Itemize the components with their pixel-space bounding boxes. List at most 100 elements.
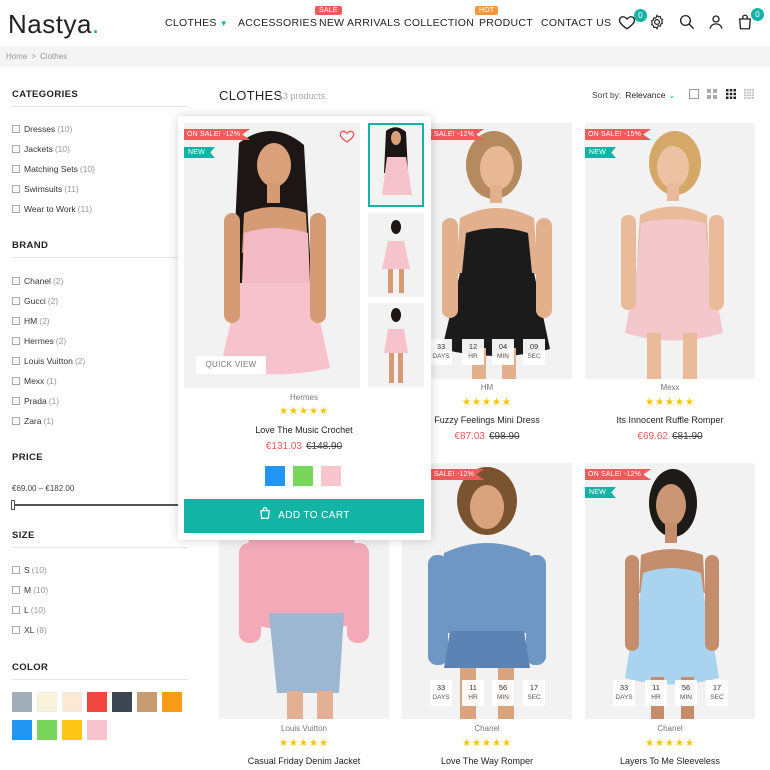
add-to-cart-button[interactable]: ADD TO CART xyxy=(184,499,424,533)
color-filter-swatch[interactable] xyxy=(137,692,157,712)
heart-icon[interactable] xyxy=(339,128,355,144)
rating-stars: ★★★★★ xyxy=(462,738,512,749)
divider xyxy=(12,106,188,107)
product-name[interactable]: Layers To Me Sleeveless xyxy=(585,756,755,766)
filter-brand-gucci[interactable]: Gucci (2) xyxy=(12,296,58,306)
checkbox[interactable] xyxy=(12,165,20,173)
nav-clothes[interactable]: CLOTHES ▼ xyxy=(165,17,228,29)
grid-4-view-icon[interactable] xyxy=(744,89,754,99)
hot-badge: HOT xyxy=(475,6,499,15)
wishlist-button[interactable]: 0 xyxy=(618,9,647,31)
nav-collection[interactable]: COLLECTION xyxy=(404,17,474,29)
checkbox[interactable] xyxy=(12,586,20,594)
nav-accessories[interactable]: ACCESSORIES xyxy=(238,17,317,29)
thumbnail-2[interactable] xyxy=(368,213,424,297)
filter-brand-prada[interactable]: Prada (1) xyxy=(12,396,59,406)
product-name[interactable]: Love The Way Romper xyxy=(402,756,572,766)
color-filter-swatch[interactable] xyxy=(12,720,32,740)
checkbox[interactable] xyxy=(12,145,20,153)
product-image[interactable] xyxy=(585,463,755,719)
checkbox[interactable] xyxy=(12,397,20,405)
site-logo[interactable]: Nastya. xyxy=(8,9,100,40)
categories-title: CATEGORIES xyxy=(12,89,79,100)
cart-button[interactable]: 0 xyxy=(736,8,764,31)
model-thumbnail xyxy=(382,127,412,195)
checkbox[interactable] xyxy=(12,566,20,574)
breadcrumb-home[interactable]: Home xyxy=(6,52,27,61)
filter-size-xl[interactable]: XL (8) xyxy=(12,625,47,635)
color-filter-swatch[interactable] xyxy=(87,692,107,712)
nav-contact-us[interactable]: CONTACT US xyxy=(541,17,611,29)
color-option-green[interactable] xyxy=(293,466,313,486)
model-photo xyxy=(625,469,719,719)
checkbox[interactable] xyxy=(12,185,20,193)
filter-brand-hm[interactable]: HM (2) xyxy=(12,316,50,326)
thumbnail-1[interactable] xyxy=(368,123,424,207)
product-name[interactable]: Love The Music Crochet xyxy=(184,425,424,435)
product-name[interactable]: Casual Friday Denim Jacket xyxy=(219,756,389,766)
checkbox[interactable] xyxy=(12,277,20,285)
sort-dropdown[interactable]: Sort by: Relevance ⌄ xyxy=(592,90,675,100)
countdown-minutes: 56 MIN xyxy=(492,680,514,706)
breadcrumb: Home > Clothes xyxy=(0,46,770,67)
grid-2-view-icon[interactable] xyxy=(707,89,717,99)
filter-brand-mexx[interactable]: Mexx (1) xyxy=(12,376,57,386)
account-button[interactable] xyxy=(707,13,725,31)
thumbnail-3[interactable] xyxy=(368,303,424,387)
price-title: PRICE xyxy=(12,452,44,463)
cart-count-badge: 0 xyxy=(751,8,764,21)
filter-size-m[interactable]: M (10) xyxy=(12,585,48,595)
filter-category-jackets[interactable]: Jackets (10) xyxy=(12,144,70,154)
color-option-blue[interactable] xyxy=(265,466,285,486)
price-slider-track[interactable] xyxy=(12,504,188,506)
checkbox[interactable] xyxy=(12,205,20,213)
user-icon xyxy=(709,15,723,29)
checkbox[interactable] xyxy=(12,297,20,305)
product-price: €131.03 €148.90 xyxy=(265,441,343,452)
filter-category-swimsuits[interactable]: Swimsuits (11) xyxy=(12,184,79,194)
sale-tag: ON SALE! -12% xyxy=(585,469,652,480)
checkbox[interactable] xyxy=(12,417,20,425)
color-filter-swatch[interactable] xyxy=(62,720,82,740)
color-filter-swatch[interactable] xyxy=(162,692,182,712)
product-image[interactable] xyxy=(184,123,360,388)
quick-view-button[interactable]: QUICK VIEW xyxy=(196,356,266,374)
checkbox[interactable] xyxy=(12,626,20,634)
color-filter-swatch[interactable] xyxy=(112,692,132,712)
color-filter-swatch[interactable] xyxy=(37,692,57,712)
color-filter-swatch[interactable] xyxy=(12,692,32,712)
filter-brand-zara[interactable]: Zara (1) xyxy=(12,416,54,426)
nav-product[interactable]: HOT PRODUCT xyxy=(475,6,533,29)
filter-size-l[interactable]: L (10) xyxy=(12,605,46,615)
gear-icon xyxy=(650,14,664,30)
filter-category-wear-to-work[interactable]: Wear to Work (11) xyxy=(12,204,92,214)
chevron-down-icon: ⌄ xyxy=(668,91,676,100)
sale-tag: ON SALE! -15% xyxy=(585,129,652,140)
list-view-icon[interactable] xyxy=(689,89,699,99)
checkbox[interactable] xyxy=(12,317,20,325)
filter-category-dresses[interactable]: Dresses (10) xyxy=(12,124,72,134)
settings-button[interactable] xyxy=(648,13,666,31)
nav-new-arrivals[interactable]: SALE NEW ARRIVALS xyxy=(315,6,401,29)
checkbox[interactable] xyxy=(12,606,20,614)
color-filter-swatch[interactable] xyxy=(62,692,82,712)
checkbox[interactable] xyxy=(12,377,20,385)
price-range-label: €69.00 – €182.00 xyxy=(12,484,75,493)
grid-3-view-icon[interactable] xyxy=(726,89,736,99)
page-title: CLOTHES xyxy=(219,88,283,103)
filter-brand-chanel[interactable]: Chanel (2) xyxy=(12,276,63,286)
filter-category-matching-sets[interactable]: Matching Sets (10) xyxy=(12,164,95,174)
color-filter-swatch[interactable] xyxy=(37,720,57,740)
price-slider-handle[interactable] xyxy=(11,500,15,510)
checkbox[interactable] xyxy=(12,357,20,365)
filter-brand-hermes[interactable]: Hermes (2) xyxy=(12,336,66,346)
filter-size-s[interactable]: S (10) xyxy=(12,565,47,575)
color-option-pink[interactable] xyxy=(321,466,341,486)
search-button[interactable] xyxy=(678,13,696,31)
checkbox[interactable] xyxy=(12,125,20,133)
filter-brand-louis-vuitton[interactable]: Louis Vuitton (2) xyxy=(12,356,85,366)
checkbox[interactable] xyxy=(12,337,20,345)
product-name[interactable]: Its Innocent Ruffle Romper xyxy=(585,415,755,425)
color-filter-swatch[interactable] xyxy=(87,720,107,740)
product-image[interactable] xyxy=(585,123,755,379)
